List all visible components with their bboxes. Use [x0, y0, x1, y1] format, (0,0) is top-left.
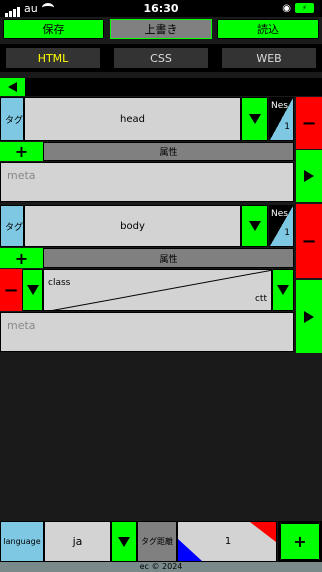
- footer: ec © 2024: [0, 562, 322, 572]
- head-content-field[interactable]: meta: [0, 162, 294, 202]
- tab-css[interactable]: CSS: [114, 48, 208, 68]
- attr-delete-button[interactable]: −: [0, 269, 22, 311]
- body-attr-header: 属性: [43, 248, 294, 268]
- tag-distance-value: 1: [224, 536, 232, 547]
- language-label: language: [0, 521, 44, 562]
- head-attr-header: 属性: [43, 142, 294, 161]
- head-add-attr-button[interactable]: +: [0, 142, 43, 161]
- play-icon: [304, 310, 314, 323]
- body-tag-dropdown[interactable]: [241, 205, 268, 247]
- body-tag-select[interactable]: body: [24, 205, 241, 247]
- chevron-down-icon: [248, 221, 261, 231]
- chevron-down-icon: [248, 114, 261, 124]
- body-expand-button[interactable]: [296, 280, 322, 353]
- head-tag-select[interactable]: head: [24, 97, 241, 141]
- attr-value-dropdown[interactable]: [272, 269, 294, 311]
- attr-value: ctt: [254, 294, 267, 304]
- back-bar: [25, 78, 322, 96]
- head-nest-value: 1: [284, 122, 290, 132]
- head-tag-label: タグ: [0, 97, 24, 141]
- plus-icon: +: [293, 532, 307, 551]
- minus-icon: −: [3, 279, 19, 301]
- minus-icon: −: [301, 230, 317, 252]
- tag-distance-field[interactable]: 1: [177, 521, 277, 562]
- tab-web[interactable]: WEB: [222, 48, 316, 68]
- head-delete-button[interactable]: −: [296, 97, 322, 149]
- chevron-down-icon: [277, 285, 289, 295]
- clock: 16:30: [143, 2, 179, 15]
- head-nest-label: Nes: [271, 101, 288, 111]
- plus-icon: +: [14, 142, 29, 161]
- load-button[interactable]: 読込: [217, 19, 319, 39]
- add-tag-button[interactable]: +: [281, 524, 319, 559]
- minus-icon: −: [301, 112, 317, 134]
- body-content-field[interactable]: meta: [0, 312, 294, 352]
- back-button[interactable]: [0, 78, 25, 96]
- chevron-down-icon: [26, 285, 39, 295]
- plus-icon: +: [14, 248, 29, 268]
- overwrite-button[interactable]: 上書き: [110, 19, 212, 39]
- status-bar: au 16:30 ◉ ⚡: [0, 0, 322, 17]
- add-frame: +: [278, 521, 322, 562]
- play-icon: [304, 170, 314, 182]
- diagonal-divider: [52, 270, 271, 310]
- rotation-lock-icon: ◉: [282, 3, 291, 14]
- body-nest-field[interactable]: Nes 1: [269, 205, 294, 247]
- body-delete-button[interactable]: −: [296, 204, 322, 278]
- body-nest-value: 1: [284, 228, 290, 238]
- tag-distance-label: タグ距離: [137, 521, 177, 562]
- battery-icon: ⚡: [295, 3, 314, 13]
- left-triangle-icon: [8, 82, 17, 92]
- tab-html[interactable]: HTML: [6, 48, 100, 68]
- head-expand-button[interactable]: [296, 150, 322, 202]
- save-button[interactable]: 保存: [3, 19, 104, 39]
- body-add-attr-button[interactable]: +: [0, 248, 43, 268]
- language-select[interactable]: ja: [44, 521, 111, 562]
- attr-pair-field[interactable]: class ctt: [43, 269, 272, 311]
- head-tag-dropdown[interactable]: [241, 97, 268, 141]
- body-tag-label: タグ: [0, 205, 24, 247]
- language-dropdown[interactable]: [111, 521, 137, 562]
- chevron-down-icon: [118, 536, 130, 547]
- body-nest-label: Nes: [271, 209, 288, 219]
- head-nest-field[interactable]: Nes 1: [269, 97, 294, 141]
- attr-name-dropdown[interactable]: [22, 269, 43, 311]
- attr-name: class: [48, 278, 71, 288]
